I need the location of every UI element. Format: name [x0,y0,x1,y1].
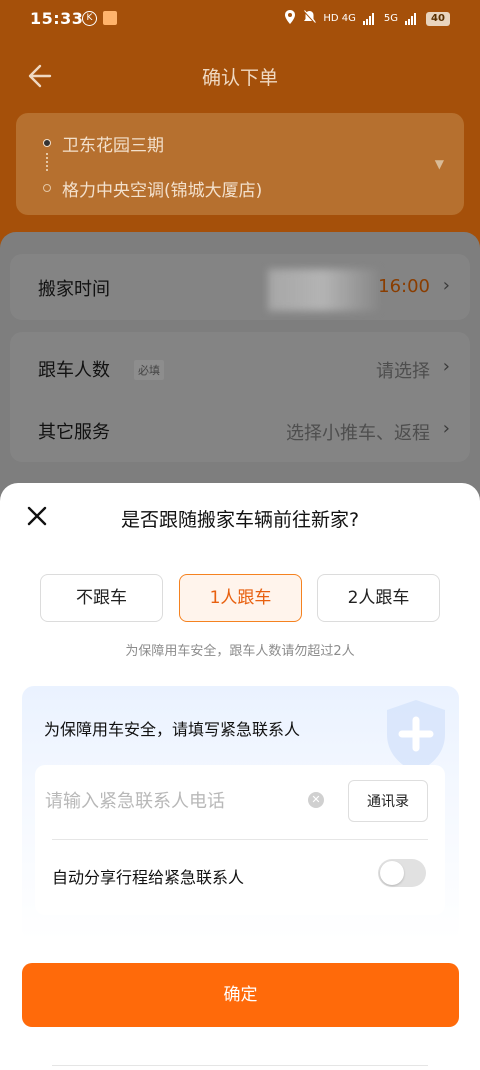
chevron-right-icon: › [442,356,450,377]
blurred-date [268,269,378,311]
chevron-right-icon: › [442,275,450,296]
required-badge: 必填 [134,360,164,380]
chevron-right-icon: › [442,418,450,439]
page-title: 确认下单 [201,67,278,89]
toggle-knob [380,861,404,885]
companion-bottom-sheet: 是否跟随搬家车辆前往新家? 不跟车 1人跟车 2人跟车 为保障用车安全，跟车人数… [0,483,480,1070]
share-trip-label: 自动分享行程给紧急联系人 [52,868,245,887]
emergency-contact-title: 为保障用车安全，请填写紧急联系人 [44,720,301,739]
sheet-title: 是否跟随搬家车辆前往新家? [120,509,360,531]
caret-down-icon[interactable]: ▼ [435,157,444,171]
network-label-2: 5G [383,13,398,24]
route-card[interactable]: 卫东花园三期 格力中央空调(锦城大厦店) ▼ [16,113,464,215]
emergency-phone-input[interactable] [45,781,315,821]
other-services-value: 选择小推车、返程 [286,423,430,444]
companions-value: 请选择 [376,361,430,382]
details-card: 跟车人数 必填 请选择 › 其它服务 选择小推车、返程 › [10,332,470,462]
route-connector [46,153,48,171]
share-trip-toggle[interactable] [378,859,426,887]
move-time-row[interactable]: 搬家时间 16:00 › [10,257,470,317]
destination-dot-icon [43,184,51,192]
k-icon: K [82,11,97,26]
move-time-card: 搬家时间 16:00 › [10,254,470,320]
battery-icon: 40 [426,11,450,26]
address-book-button[interactable]: 通讯录 [348,780,428,822]
companions-label: 跟车人数 [38,360,110,381]
mute-icon [303,10,317,27]
status-icons: HD 4G 5G 40 [284,10,450,27]
clear-input-icon[interactable]: ✕ [308,792,324,808]
origin-address: 卫东花园三期 [62,136,164,156]
other-services-label: 其它服务 [38,422,110,443]
option-one-companion[interactable]: 1人跟车 [179,574,302,622]
option-two-companions[interactable]: 2人跟车 [317,574,440,622]
emergency-contact-form: ✕ 通讯录 自动分享行程给紧急联系人 [35,765,445,915]
signal-icon-1 [362,12,377,25]
app-notification-icon [103,11,117,25]
companions-row[interactable]: 跟车人数 必填 请选择 › [10,338,470,398]
status-time: 15:33 [30,9,84,28]
network-label-1: HD 4G [323,13,356,24]
header-backdrop: 15:33 K HD 4G 5G 40 确认下单 卫东花园三期 格力中央空调(锦… [0,0,480,260]
shield-icon [381,696,451,776]
destination-address: 格力中央空调(锦城大厦店) [62,181,263,201]
option-no-companion[interactable]: 不跟车 [40,574,163,622]
companion-limit-hint: 为保障用车安全，跟车人数请勿超过2人 [125,644,355,659]
move-time-label: 搬家时间 [38,279,110,300]
location-icon [284,10,296,27]
move-time-value: 16:00 [378,276,430,297]
next-content-edge [52,1065,428,1070]
emergency-contact-panel: 为保障用车安全，请填写紧急联系人 ✕ 通讯录 自动分享行程给紧急联系人 [22,686,459,941]
status-bar: 15:33 K HD 4G 5G 40 [0,0,480,38]
signal-icon-2 [405,12,419,25]
confirm-button[interactable]: 确定 [22,963,459,1027]
other-services-row[interactable]: 其它服务 选择小推车、返程 › [10,400,470,460]
divider [52,839,428,840]
origin-dot-icon [43,139,51,147]
